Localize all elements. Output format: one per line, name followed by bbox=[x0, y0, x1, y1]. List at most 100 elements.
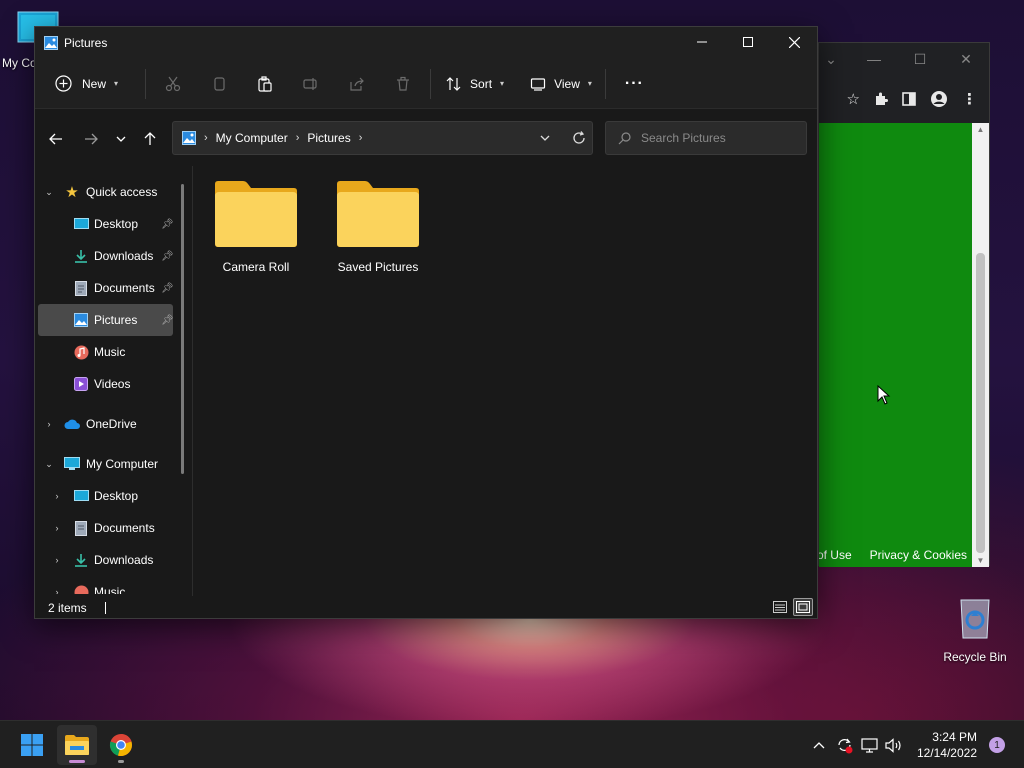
show-hidden-icons-button[interactable] bbox=[807, 741, 832, 749]
browser-page-content[interactable]: of Use Privacy & Cookies bbox=[819, 123, 973, 567]
nav-computer-desktop[interactable]: › Desktop bbox=[35, 480, 190, 512]
browser-scrollbar[interactable]: ▲ ▼ bbox=[972, 123, 989, 567]
maximize-button[interactable] bbox=[725, 27, 771, 57]
network-button[interactable] bbox=[857, 737, 882, 753]
view-button[interactable]: View ▾ bbox=[521, 67, 601, 101]
status-bar: 2 items bbox=[35, 596, 817, 620]
explorer-titlebar[interactable]: Pictures bbox=[35, 27, 817, 59]
chevron-down-icon[interactable]: ⌄ bbox=[43, 459, 55, 470]
more-options-button[interactable]: ··· bbox=[616, 67, 653, 101]
paste-button[interactable] bbox=[242, 67, 288, 101]
sort-button[interactable]: Sort ▾ bbox=[437, 67, 513, 101]
pin-icon[interactable]: 📌︎ bbox=[161, 315, 174, 326]
chevron-down-icon[interactable] bbox=[540, 133, 550, 143]
folder-item-saved-pictures[interactable]: Saved Pictures bbox=[327, 180, 429, 274]
nav-computer-music[interactable]: › Music bbox=[35, 576, 190, 594]
taskbar-file-explorer[interactable] bbox=[57, 725, 97, 765]
download-icon bbox=[73, 248, 89, 264]
toolbar-divider bbox=[604, 68, 606, 99]
share-button[interactable] bbox=[334, 67, 380, 101]
chevron-right-icon[interactable]: › bbox=[51, 587, 63, 594]
desktop-icon-recycle-bin[interactable]: Recycle Bin bbox=[940, 596, 1010, 664]
pin-icon[interactable]: 📌︎ bbox=[161, 283, 174, 294]
chrome-icon bbox=[109, 733, 133, 757]
nav-label: Desktop bbox=[94, 489, 139, 503]
footer-link-privacy[interactable]: Privacy & Cookies bbox=[870, 548, 967, 562]
breadcrumb-my-computer[interactable]: My Computer bbox=[216, 131, 288, 145]
volume-button[interactable] bbox=[882, 737, 907, 753]
nav-quick-downloads[interactable]: Downloads 📌︎ bbox=[35, 240, 190, 272]
mouse-cursor-icon bbox=[877, 385, 891, 405]
nav-quick-pictures[interactable]: Pictures 📌︎ bbox=[38, 304, 174, 336]
up-button[interactable] bbox=[138, 127, 162, 151]
scroll-down-icon[interactable]: ▼ bbox=[972, 556, 989, 565]
side-panel-icon[interactable] bbox=[902, 92, 916, 106]
chevron-down-icon[interactable]: ⌄ bbox=[43, 187, 55, 198]
scrollbar-thumb[interactable] bbox=[976, 253, 985, 553]
search-box[interactable] bbox=[605, 121, 807, 155]
back-button[interactable] bbox=[44, 127, 68, 151]
minimize-icon[interactable]: — bbox=[851, 51, 897, 67]
nav-quick-music[interactable]: Music bbox=[35, 336, 190, 368]
menu-kebab-icon[interactable]: ⋮ bbox=[962, 90, 977, 108]
clock[interactable]: 3:24 PM 12/14/2022 bbox=[917, 729, 977, 761]
chevron-right-icon[interactable]: › bbox=[51, 491, 63, 501]
chevron-down-icon[interactable]: ⌄ bbox=[821, 51, 841, 68]
pin-icon[interactable]: 📌︎ bbox=[161, 251, 174, 262]
maximize-icon[interactable]: ☐ bbox=[897, 51, 943, 68]
nav-quick-access[interactable]: ⌄ ★ Quick access bbox=[35, 176, 190, 208]
desktop-icon bbox=[73, 216, 89, 232]
chevron-right-icon[interactable]: › bbox=[51, 523, 63, 533]
details-view-icon bbox=[773, 601, 787, 613]
document-icon bbox=[73, 280, 89, 296]
pane-divider[interactable] bbox=[192, 166, 193, 596]
pin-icon[interactable]: 📌︎ bbox=[161, 219, 174, 230]
plus-circle-icon bbox=[55, 75, 72, 92]
nav-computer-downloads[interactable]: › Downloads bbox=[35, 544, 190, 576]
chevron-right-icon[interactable]: › bbox=[51, 555, 63, 565]
search-input[interactable] bbox=[641, 131, 791, 145]
navigation-pane[interactable]: ⌄ ★ Quick access Desktop 📌︎ Downloads 📌︎… bbox=[35, 176, 190, 594]
cut-button[interactable] bbox=[150, 67, 196, 101]
large-icons-view-button[interactable] bbox=[793, 598, 813, 616]
delete-button[interactable] bbox=[380, 67, 426, 101]
nav-computer-documents[interactable]: › Documents bbox=[35, 512, 190, 544]
sync-status-button[interactable] bbox=[832, 737, 857, 754]
taskbar-chrome[interactable] bbox=[101, 725, 141, 765]
breadcrumb-chevron-icon[interactable]: › bbox=[296, 132, 300, 144]
footer-link-terms[interactable]: of Use bbox=[819, 548, 852, 562]
forward-button[interactable] bbox=[79, 127, 103, 151]
address-bar[interactable]: › My Computer › Pictures › bbox=[172, 121, 593, 155]
browser-window[interactable]: ⌄ — ☐ ✕ ☆ ⋮ of Use Privacy & Cookies ▲ ▼ bbox=[818, 42, 990, 567]
nav-onedrive[interactable]: › OneDrive bbox=[35, 408, 190, 440]
details-view-button[interactable] bbox=[770, 598, 790, 616]
pictures-icon bbox=[73, 312, 89, 328]
bookmark-star-icon[interactable]: ☆ bbox=[847, 90, 860, 108]
nav-quick-videos[interactable]: Videos bbox=[35, 368, 190, 400]
new-button[interactable]: New ▾ bbox=[46, 67, 127, 101]
scroll-up-icon[interactable]: ▲ bbox=[972, 125, 989, 134]
profile-icon[interactable] bbox=[930, 90, 948, 108]
folder-item-camera-roll[interactable]: Camera Roll bbox=[205, 180, 307, 274]
recent-locations-button[interactable] bbox=[109, 127, 133, 151]
notification-badge[interactable]: 1 bbox=[989, 737, 1005, 753]
close-icon[interactable]: ✕ bbox=[943, 51, 989, 68]
breadcrumb-chevron-icon[interactable]: › bbox=[359, 132, 363, 144]
nav-my-computer[interactable]: ⌄ My Computer bbox=[35, 448, 190, 480]
navigation-pane-scrollbar[interactable] bbox=[181, 184, 184, 474]
rename-button[interactable] bbox=[288, 67, 334, 101]
nav-quick-documents[interactable]: Documents 📌︎ bbox=[35, 272, 190, 304]
start-button[interactable] bbox=[12, 725, 52, 765]
nav-quick-desktop[interactable]: Desktop 📌︎ bbox=[35, 208, 190, 240]
breadcrumb-chevron-icon[interactable]: › bbox=[204, 132, 208, 144]
breadcrumb-pictures[interactable]: Pictures bbox=[307, 131, 350, 145]
minimize-button[interactable] bbox=[679, 27, 725, 57]
nav-label: Pictures bbox=[94, 313, 138, 327]
refresh-icon[interactable] bbox=[572, 131, 586, 145]
navigation-bar: › My Computer › Pictures › bbox=[35, 110, 817, 166]
copy-button[interactable] bbox=[196, 67, 242, 101]
chevron-right-icon[interactable]: › bbox=[43, 419, 55, 429]
file-explorer-window[interactable]: Pictures New ▾ Sort ▾ View ▾ ··· › My Co… bbox=[34, 26, 818, 619]
close-button[interactable] bbox=[771, 27, 817, 57]
extensions-icon[interactable] bbox=[874, 92, 888, 106]
